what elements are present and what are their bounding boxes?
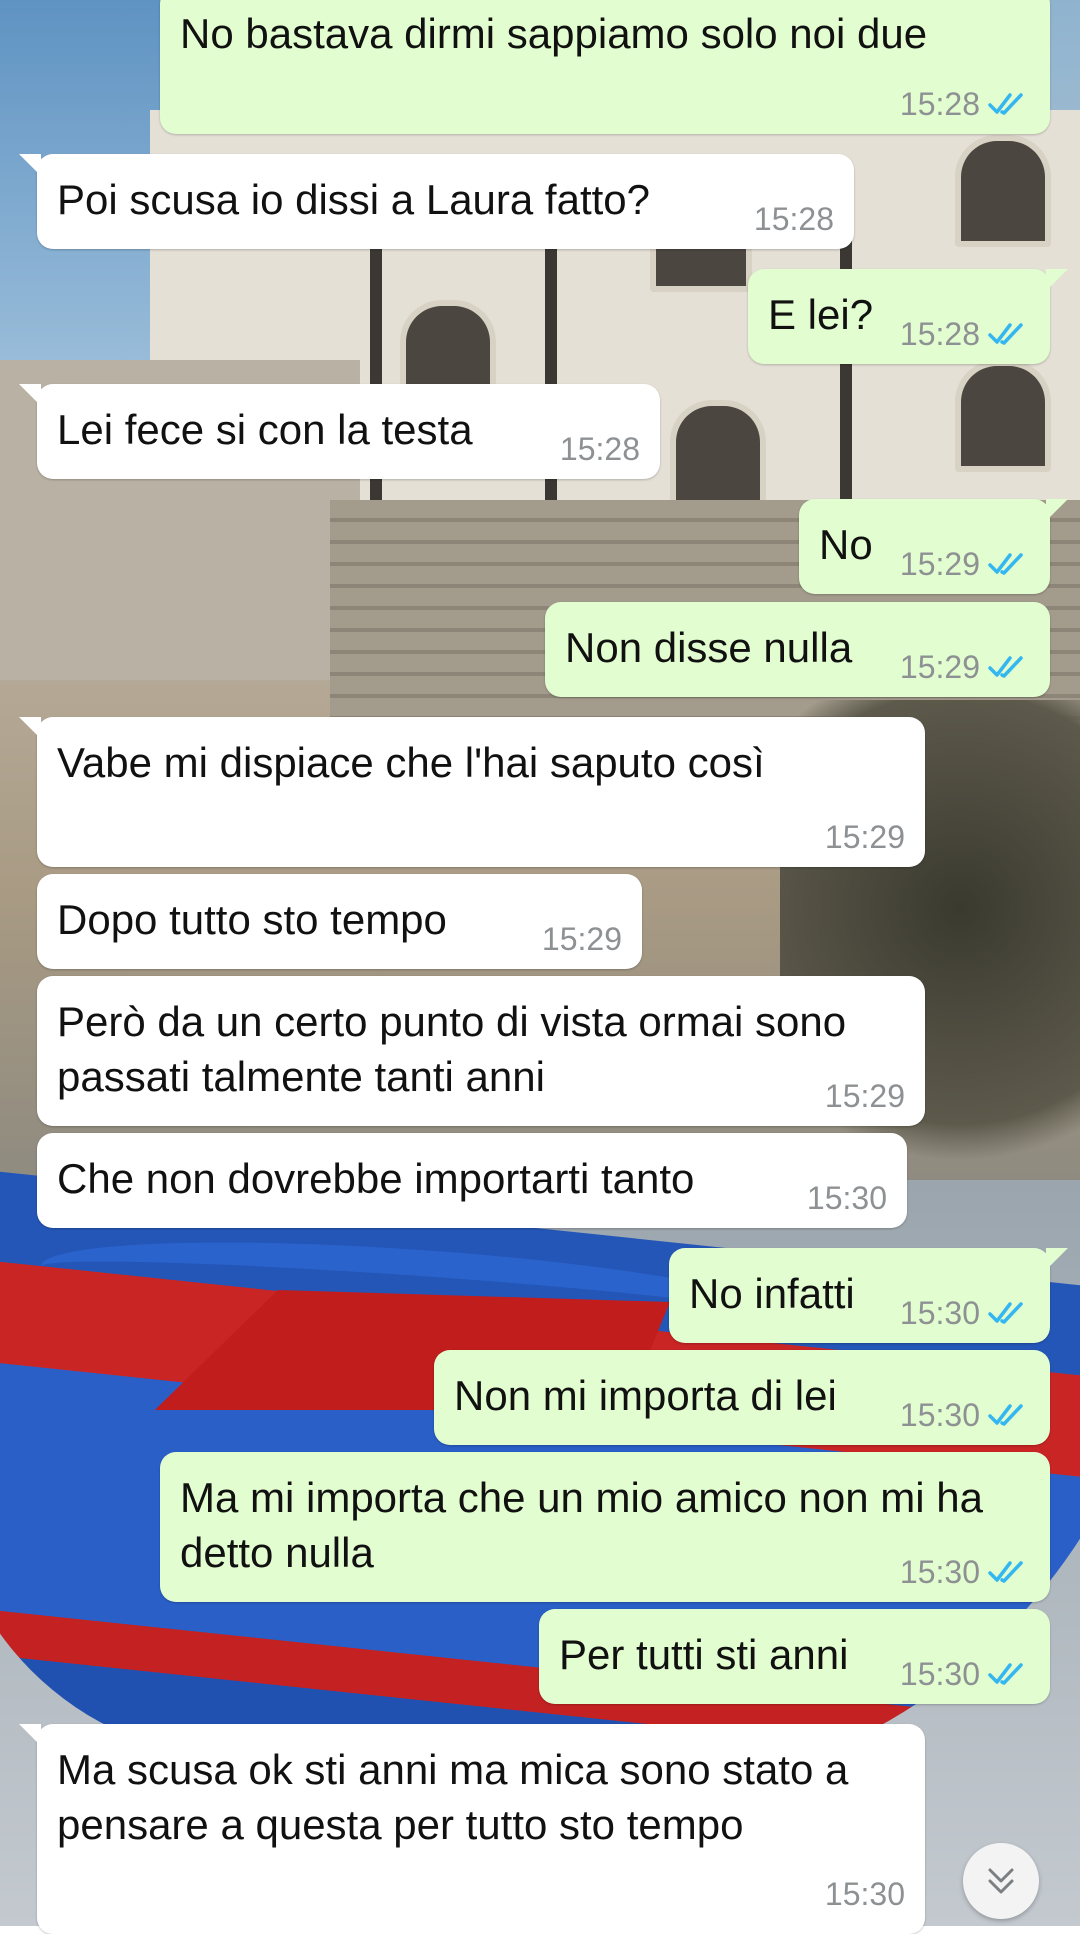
- message-bubble-incoming[interactable]: Ma scusa ok sti anni ma mica sono stato …: [19, 1724, 925, 1934]
- message-time: 15:30: [806, 1180, 887, 1216]
- message-text: Ma mi importa che un mio amico non mi ha…: [180, 1474, 995, 1576]
- message-meta: 15:29: [825, 819, 905, 855]
- message-time: 15:28: [559, 431, 640, 467]
- message-text: Però da un certo punto di vista ormai so…: [57, 998, 858, 1100]
- message-text: Ma scusa ok sti anni ma mica sono stato …: [57, 1746, 861, 1848]
- double-check-icon: [988, 1561, 1023, 1583]
- message-meta: 15:29: [900, 649, 1030, 685]
- message-meta: 15:29: [542, 921, 622, 957]
- message-bubble-outgoing[interactable]: E lei? 15:28: [748, 269, 1068, 364]
- message-time: 15:29: [824, 1078, 905, 1114]
- message-bubble-outgoing[interactable]: No 15:29: [799, 499, 1068, 594]
- message-meta: 15:29: [825, 1078, 905, 1114]
- message-time: 15:30: [899, 1397, 980, 1433]
- message-time: 15:28: [899, 316, 980, 352]
- message-meta: 15:28: [754, 201, 834, 237]
- message-text: Vabe mi dispiace che l'hai saputo così: [57, 739, 765, 786]
- message-text: Che non dovrebbe importarti tanto: [57, 1155, 695, 1202]
- double-check-icon: [988, 1404, 1023, 1426]
- message-time: 15:30: [899, 1656, 980, 1692]
- message-time: 15:28: [899, 86, 980, 122]
- message-bubble-outgoing[interactable]: Per tutti sti anni 15:30: [539, 1609, 1050, 1704]
- message-meta: 15:29: [900, 546, 1030, 582]
- message-time: 15:30: [824, 1876, 905, 1912]
- message-meta: 15:28: [560, 431, 640, 467]
- message-text: Lei fece si con la testa: [57, 406, 473, 453]
- message-list[interactable]: No bastava dirmi sappiamo solo noi due 1…: [0, 0, 1080, 1934]
- message-bubble-incoming[interactable]: Dopo tutto sto tempo 15:29: [37, 874, 642, 969]
- chevron-double-down-icon: [988, 1868, 1014, 1894]
- message-meta: 15:28: [900, 316, 1030, 352]
- message-meta: 15:28: [900, 86, 1030, 122]
- message-bubble-incoming[interactable]: Che non dovrebbe importarti tanto 15:30: [37, 1133, 907, 1228]
- message-meta: 15:30: [825, 1876, 905, 1912]
- double-check-icon: [988, 553, 1023, 575]
- message-time: 15:29: [899, 649, 980, 685]
- message-bubble-outgoing[interactable]: Non mi importa di lei 15:30: [434, 1350, 1050, 1445]
- double-check-icon: [988, 1663, 1023, 1685]
- message-bubble-outgoing[interactable]: No bastava dirmi sappiamo solo noi due 1…: [160, 0, 1050, 134]
- double-check-icon: [988, 656, 1023, 678]
- message-text: Poi scusa io dissi a Laura fatto?: [57, 176, 651, 223]
- double-check-icon: [988, 323, 1023, 345]
- message-bubble-incoming[interactable]: Lei fece si con la testa 15:28: [19, 384, 660, 479]
- message-bubble-outgoing[interactable]: Non disse nulla 15:29: [545, 602, 1050, 697]
- message-time: 15:30: [899, 1295, 980, 1331]
- message-meta: 15:30: [807, 1180, 887, 1216]
- message-bubble-incoming[interactable]: Vabe mi dispiace che l'hai saputo così 1…: [19, 717, 925, 867]
- message-meta: 15:30: [900, 1656, 1030, 1692]
- message-meta: 15:30: [900, 1397, 1030, 1433]
- message-time: 15:29: [824, 819, 905, 855]
- double-check-icon: [988, 93, 1023, 115]
- message-time: 15:29: [541, 921, 622, 957]
- message-text: Dopo tutto sto tempo: [57, 896, 447, 943]
- message-bubble-outgoing[interactable]: No infatti 15:30: [669, 1248, 1068, 1343]
- message-meta: 15:30: [900, 1295, 1030, 1331]
- double-check-icon: [988, 1302, 1023, 1324]
- message-meta: 15:30: [900, 1554, 1030, 1590]
- message-bubble-outgoing[interactable]: Ma mi importa che un mio amico non mi ha…: [160, 1452, 1050, 1602]
- message-text: No bastava dirmi sappiamo solo noi due: [180, 10, 928, 57]
- message-bubble-incoming[interactable]: Però da un certo punto di vista ormai so…: [37, 976, 925, 1126]
- scroll-to-bottom-button[interactable]: [963, 1843, 1039, 1919]
- message-time: 15:30: [899, 1554, 980, 1590]
- message-time: 15:28: [753, 201, 834, 237]
- message-bubble-incoming[interactable]: Poi scusa io dissi a Laura fatto? 15:28: [19, 154, 854, 249]
- message-time: 15:29: [899, 546, 980, 582]
